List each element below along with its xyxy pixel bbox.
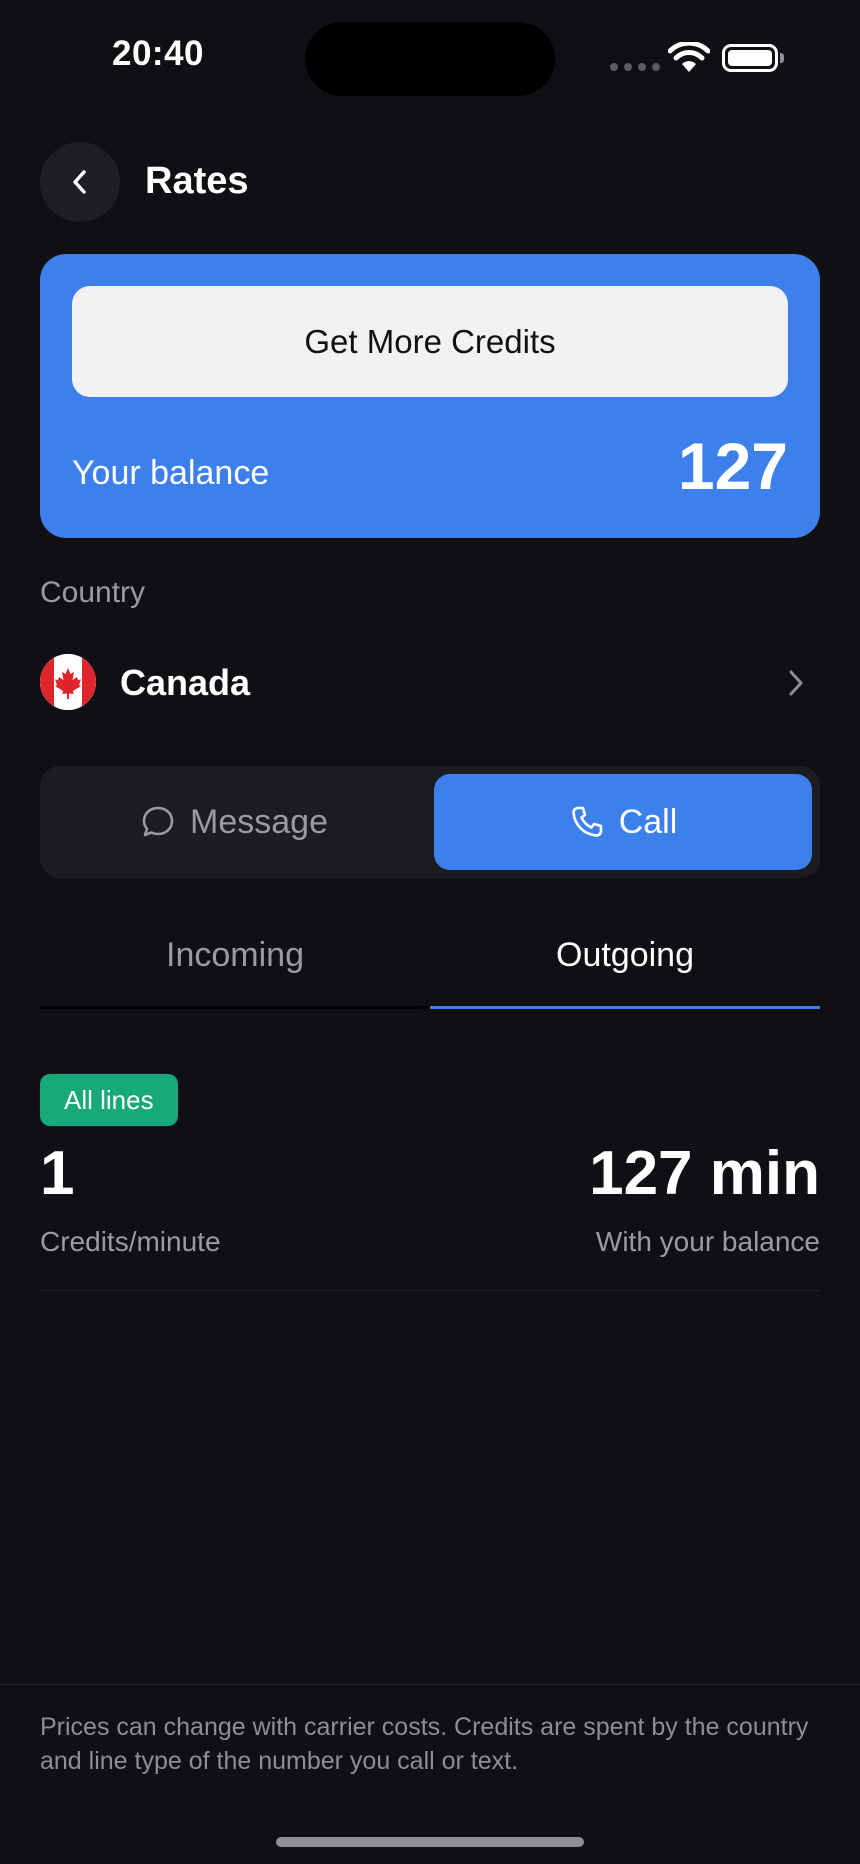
back-button[interactable] — [40, 142, 120, 222]
footer-divider — [0, 1684, 860, 1685]
line-type-badge: All lines — [40, 1074, 178, 1126]
home-indicator[interactable] — [276, 1837, 584, 1847]
message-bubble-icon — [142, 806, 174, 837]
minutes-available-value: 127 min — [589, 1139, 820, 1208]
country-name: Canada — [120, 662, 251, 703]
balance-value: 127 — [677, 429, 788, 503]
status-time: 20:40 — [112, 34, 205, 73]
credits-per-minute-value: 1 — [40, 1139, 75, 1208]
footer-note: Prices can change with carrier costs. Cr… — [40, 1713, 809, 1775]
minutes-available-label: With your balance — [595, 1226, 820, 1257]
dynamic-island — [305, 22, 555, 96]
call-segment-button[interactable]: Call — [434, 774, 812, 870]
page-title: Rates — [145, 160, 249, 202]
divider — [40, 1290, 820, 1291]
message-segment-label: Message — [190, 802, 328, 841]
get-more-credits-button[interactable]: Get More Credits — [72, 286, 788, 397]
battery-tip — [780, 53, 784, 63]
phone-icon — [571, 806, 603, 837]
tab-active-indicator — [430, 1006, 820, 1009]
credits-per-minute-label: Credits/minute — [40, 1226, 221, 1257]
tab-track — [40, 1006, 430, 1009]
country-label: Country — [40, 576, 146, 609]
canada-flag-icon — [40, 654, 96, 710]
tab-outgoing[interactable]: Outgoing — [430, 936, 820, 975]
call-segment-label: Call — [618, 802, 678, 841]
chevron-right-icon — [789, 670, 803, 696]
chevron-left-icon — [73, 170, 86, 194]
message-segment-button[interactable]: Message — [48, 774, 420, 870]
cellular-signal-icon — [610, 63, 660, 71]
wifi-icon — [667, 40, 711, 79]
country-selector[interactable]: Canada — [40, 650, 820, 716]
balance-label: Your balance — [72, 454, 270, 492]
battery-icon — [722, 44, 778, 72]
tab-incoming[interactable]: Incoming — [40, 936, 430, 975]
